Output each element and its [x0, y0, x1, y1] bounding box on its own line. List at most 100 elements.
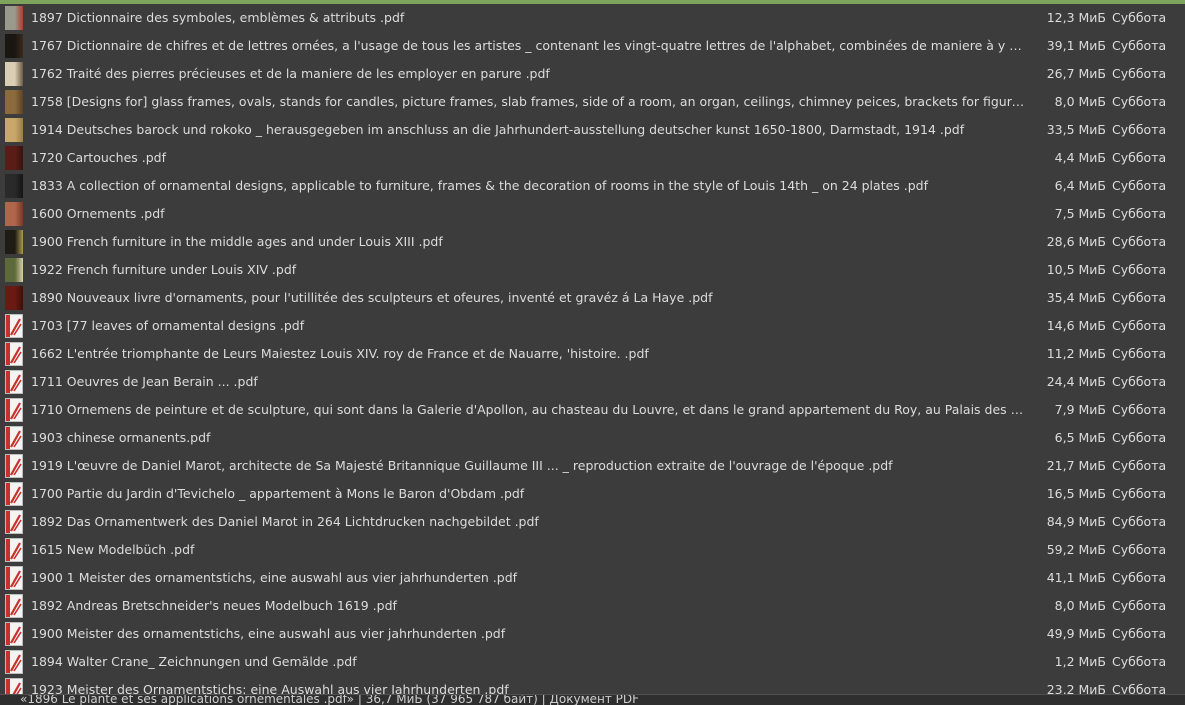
file-modified-date: Суббота	[1112, 66, 1167, 81]
file-size: 1,2 МиБ	[1054, 654, 1106, 669]
file-modified-date: Суббота	[1112, 10, 1167, 25]
file-modified-date: Суббота	[1112, 570, 1167, 585]
pdf-icon	[5, 622, 23, 646]
file-name: 1892 Das Ornamentwerk des Daniel Marot i…	[31, 514, 539, 529]
book-cover-thumbnail	[5, 34, 23, 58]
file-name: 1762 Traité des pierres précieuses et de…	[31, 66, 550, 81]
file-row[interactable]: 1914 Deutsches barock und rokoko _ herau…	[0, 116, 1185, 144]
book-cover-thumbnail	[5, 202, 23, 226]
file-size: 6,5 МиБ	[1054, 430, 1106, 445]
pdf-icon	[5, 510, 23, 534]
file-row[interactable]: 1900 1 Meister des ornamentstichs, eine …	[0, 564, 1185, 592]
file-size: 4,4 МиБ	[1054, 150, 1106, 165]
file-size: 11,2 МиБ	[1046, 346, 1106, 361]
file-row[interactable]: 1900 Meister des ornamentstichs, eine au…	[0, 620, 1185, 648]
pdf-icon	[5, 678, 23, 694]
file-modified-date: Суббота	[1112, 206, 1167, 221]
pdf-icon	[5, 538, 23, 562]
pdf-icon	[5, 594, 23, 618]
file-row[interactable]: 1758 [Designs for] glass frames, ovals, …	[0, 88, 1185, 116]
file-row[interactable]: 1903 chinese ormanents.pdf 6,5 МиБ Суббота	[0, 424, 1185, 452]
status-bar: «1896 Le plante et ses applications orne…	[0, 694, 1185, 705]
book-cover-thumbnail	[5, 90, 23, 114]
file-modified-date: Суббота	[1112, 458, 1167, 473]
file-modified-date: Суббота	[1112, 178, 1167, 193]
book-cover-thumbnail	[5, 118, 23, 142]
file-name: 1711 Oeuvres de Jean Berain ... .pdf	[31, 374, 258, 389]
book-cover-thumbnail	[5, 286, 23, 310]
file-row[interactable]: 1894 Walter Crane_ Zeichnungen und Gemäl…	[0, 648, 1185, 676]
file-size: 23,2 МиБ	[1046, 682, 1106, 694]
file-row[interactable]: 1662 L'entrée triomphante de Leurs Maies…	[0, 340, 1185, 368]
file-size: 59,2 МиБ	[1046, 542, 1106, 557]
file-name: 1900 French furniture in the middle ages…	[31, 234, 443, 249]
file-row[interactable]: 1711 Oeuvres de Jean Berain ... .pdf 24,4…	[0, 368, 1185, 396]
file-row[interactable]: 1892 Andreas Bretschneider's neues Model…	[0, 592, 1185, 620]
file-name: 1600 Ornements .pdf	[31, 206, 165, 221]
file-modified-date: Суббота	[1112, 374, 1167, 389]
file-name: 1615 New Modelbüch .pdf	[31, 542, 195, 557]
file-name: 1833 A collection of ornamental designs,…	[31, 178, 929, 193]
file-row[interactable]: 1615 New Modelbüch .pdf 59,2 МиБ Суббота	[0, 536, 1185, 564]
file-size: 84,9 МиБ	[1046, 514, 1106, 529]
file-size: 24,4 МиБ	[1046, 374, 1106, 389]
file-name: 1758 [Designs for] glass frames, ovals, …	[31, 94, 1026, 109]
file-name: 1767 Dictionnaire de chifres et de lettr…	[31, 38, 1026, 53]
file-size: 21,7 МиБ	[1046, 458, 1106, 473]
file-modified-date: Суббота	[1112, 626, 1167, 641]
file-modified-date: Суббота	[1112, 430, 1167, 445]
file-row[interactable]: 1890 Nouveaux livre d'ornaments, pour l'…	[0, 284, 1185, 312]
file-size: 8,0 МиБ	[1054, 94, 1106, 109]
file-modified-date: Суббота	[1112, 150, 1167, 165]
file-name: 1894 Walter Crane_ Zeichnungen und Gemäl…	[31, 654, 357, 669]
file-name: 1662 L'entrée triomphante de Leurs Maies…	[31, 346, 649, 361]
file-row[interactable]: 1700 Partie du Jardin d'Tevichelo _ appa…	[0, 480, 1185, 508]
pdf-icon	[5, 566, 23, 590]
file-name: 1892 Andreas Bretschneider's neues Model…	[31, 598, 397, 613]
file-row[interactable]: 1900 French furniture in the middle ages…	[0, 228, 1185, 256]
file-modified-date: Суббота	[1112, 346, 1167, 361]
file-name: 1900 Meister des ornamentstichs, eine au…	[31, 626, 506, 641]
file-row[interactable]: 1762 Traité des pierres précieuses et de…	[0, 60, 1185, 88]
file-modified-date: Суббота	[1112, 654, 1167, 669]
file-modified-date: Суббота	[1112, 514, 1167, 529]
file-modified-date: Суббота	[1112, 682, 1167, 694]
book-cover-thumbnail	[5, 146, 23, 170]
file-row[interactable]: 1919 L'œuvre de Daniel Marot, architecte…	[0, 452, 1185, 480]
file-modified-date: Суббота	[1112, 234, 1167, 249]
file-row[interactable]: 1720 Cartouches .pdf 4,4 МиБ Суббота	[0, 144, 1185, 172]
file-modified-date: Суббота	[1112, 318, 1167, 333]
book-cover-thumbnail	[5, 174, 23, 198]
file-name: 1703 [77 leaves of ornamental designs .p…	[31, 318, 305, 333]
file-row[interactable]: 1897 Dictionnaire des symboles, emblèmes…	[0, 4, 1185, 32]
file-row[interactable]: 1767 Dictionnaire de chifres et de lettr…	[0, 32, 1185, 60]
pdf-icon	[5, 398, 23, 422]
file-row[interactable]: 1703 [77 leaves of ornamental designs .p…	[0, 312, 1185, 340]
file-name: 1922 French furniture under Louis XIV .p…	[31, 262, 297, 277]
file-row[interactable]: 1922 French furniture under Louis XIV .p…	[0, 256, 1185, 284]
file-size: 41,1 МиБ	[1046, 570, 1106, 585]
file-name: 1700 Partie du Jardin d'Tevichelo _ appa…	[31, 486, 525, 501]
file-name: 1720 Cartouches .pdf	[31, 150, 166, 165]
file-size: 7,5 МиБ	[1054, 206, 1106, 221]
file-row[interactable]: 1710 Ornemens de peinture et de sculptur…	[0, 396, 1185, 424]
file-row[interactable]: 1600 Ornements .pdf 7,5 МиБ Суббота	[0, 200, 1185, 228]
file-row[interactable]: 1892 Das Ornamentwerk des Daniel Marot i…	[0, 508, 1185, 536]
file-size: 33,5 МиБ	[1046, 122, 1106, 137]
file-modified-date: Суббота	[1112, 262, 1167, 277]
file-name: 1914 Deutsches barock und rokoko _ herau…	[31, 122, 965, 137]
file-size: 35,4 МиБ	[1046, 290, 1106, 305]
file-size: 26,7 МиБ	[1046, 66, 1106, 81]
book-cover-thumbnail	[5, 230, 23, 254]
file-size: 7,9 МиБ	[1054, 402, 1106, 417]
file-modified-date: Суббота	[1112, 486, 1167, 501]
file-list[interactable]: 1897 Dictionnaire des symboles, emblèmes…	[0, 4, 1185, 694]
file-row[interactable]: 1833 A collection of ornamental designs,…	[0, 172, 1185, 200]
file-size: 16,5 МиБ	[1046, 486, 1106, 501]
pdf-icon	[5, 482, 23, 506]
file-size: 14,6 МиБ	[1046, 318, 1106, 333]
file-size: 28,6 МиБ	[1046, 234, 1106, 249]
file-row[interactable]: 1923 Meister des Ornamentstichs: eine Au…	[0, 676, 1185, 694]
pdf-icon	[5, 314, 23, 338]
file-modified-date: Суббота	[1112, 94, 1167, 109]
